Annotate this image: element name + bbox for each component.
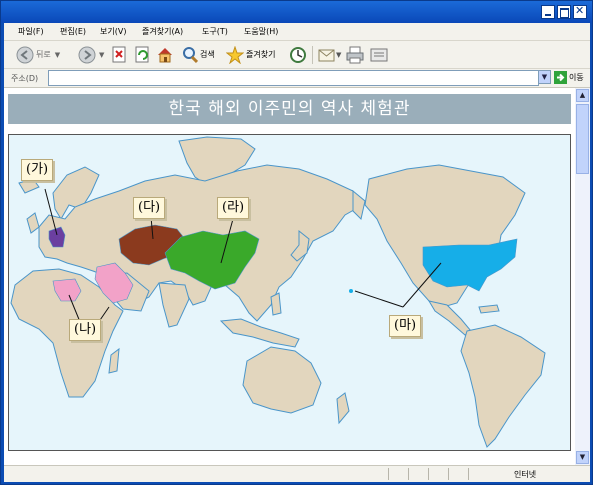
status-divider: [388, 468, 389, 480]
address-dropdown-icon[interactable]: ▼: [538, 70, 551, 84]
menu-view[interactable]: 보기(V): [100, 26, 126, 37]
kamchatka-landmass: [352, 189, 366, 220]
status-divider: [468, 468, 469, 480]
minimize-button[interactable]: [541, 5, 555, 19]
forward-button[interactable]: ▼: [78, 45, 104, 64]
status-divider: [408, 468, 409, 480]
map-label-da: (다): [133, 197, 166, 219]
refresh-icon: [135, 46, 149, 62]
mail-icon: [318, 49, 335, 61]
browser-window: ✕ 파일(F) 편집(E) 보기(V) 즐겨찾기(A) 도구(T) 도움말(H)…: [0, 0, 593, 485]
home-button[interactable]: [156, 45, 174, 64]
history-icon: [290, 46, 306, 63]
menu-file[interactable]: 파일(F): [18, 26, 44, 37]
search-icon: [183, 46, 198, 63]
menu-help[interactable]: 도움말(H): [244, 26, 278, 37]
map-label-na: (나): [69, 319, 102, 341]
print-button[interactable]: [346, 45, 364, 64]
caribbean-landmass: [478, 304, 500, 314]
map-label-ra: (라): [217, 197, 250, 219]
stop-button[interactable]: [111, 45, 127, 64]
close-button[interactable]: ✕: [573, 4, 587, 19]
mail-dropdown-icon[interactable]: ▼: [336, 51, 341, 59]
map-label-ga: (가): [21, 159, 54, 181]
menu-bar: 파일(F) 편집(E) 보기(V) 즐겨찾기(A) 도구(T) 도움말(H): [4, 23, 590, 41]
stop-icon: [112, 46, 126, 62]
favorites-label: 즐겨찾기: [246, 50, 276, 59]
address-bar: 주소(D) ▼ 이동: [4, 69, 590, 88]
central-america-landmass: [427, 300, 472, 336]
address-input[interactable]: [48, 70, 539, 86]
maximize-button[interactable]: [557, 5, 571, 19]
go-button[interactable]: 이동: [554, 71, 584, 84]
menu-edit[interactable]: 편집(E): [60, 26, 86, 37]
forward-arrow-icon: [78, 46, 96, 63]
print-icon: [346, 46, 364, 63]
tool-bar: 뒤로 ▼ ▼ 검색 즐겨찾기 ▼: [4, 41, 590, 69]
favorites-button[interactable]: 즐겨찾기: [226, 45, 275, 64]
edit-page-button[interactable]: [370, 45, 388, 64]
status-zone: 인터넷: [514, 470, 537, 479]
page-title: 한국 해외 이주민의 역사 체험관: [8, 94, 571, 124]
forward-dropdown-icon[interactable]: ▼: [99, 51, 104, 59]
back-label: 뒤로: [36, 50, 51, 59]
scroll-thumb[interactable]: [576, 104, 589, 174]
scroll-up-icon[interactable]: ▲: [576, 89, 589, 102]
go-arrow-icon: [554, 71, 567, 84]
refresh-button[interactable]: [134, 45, 150, 64]
go-label: 이동: [569, 73, 584, 82]
australia-landmass: [242, 346, 322, 414]
edit-icon: [370, 48, 388, 61]
address-label: 주소(D): [11, 74, 39, 83]
home-icon: [158, 47, 172, 62]
page-content: 한국 해외 이주민의 역사 체험관 (가) (나) (다) (라) (마): [4, 88, 575, 465]
philippines-landmass: [270, 292, 282, 316]
back-button[interactable]: 뒤로 ▼: [16, 45, 60, 64]
menu-favorites[interactable]: 즐겨찾기(A): [142, 26, 183, 37]
map-label-ma: (마): [389, 315, 422, 337]
status-divider: [448, 468, 449, 480]
land-masses: [10, 136, 546, 448]
new-zealand-landmass: [336, 392, 350, 425]
indonesia-landmass: [219, 318, 300, 348]
minimize-icon: [545, 14, 551, 16]
search-button[interactable]: 검색: [182, 45, 215, 64]
toolbar-divider: [312, 46, 313, 64]
scroll-down-icon[interactable]: ▼: [576, 451, 589, 464]
status-bar: 인터넷: [4, 465, 590, 482]
maximize-icon: [560, 8, 569, 18]
mail-button[interactable]: ▼: [318, 45, 341, 64]
menu-tools[interactable]: 도구(T): [202, 26, 228, 37]
history-button[interactable]: [289, 45, 307, 64]
back-dropdown-icon[interactable]: ▼: [55, 51, 60, 59]
title-bar: ✕: [1, 1, 592, 23]
region-ga-germany: [48, 226, 66, 248]
status-divider: [428, 468, 429, 480]
south-america-landmass: [460, 324, 546, 448]
iceland-landmass: [18, 178, 40, 194]
close-icon: ✕: [575, 4, 585, 17]
world-map: (가) (나) (다) (라) (마): [8, 134, 571, 451]
search-label: 검색: [200, 50, 215, 59]
vertical-scrollbar[interactable]: ▲ ▼: [575, 88, 590, 465]
back-arrow-icon: [16, 46, 34, 63]
india-landmass: [158, 282, 190, 328]
world-map-graphic: [10, 136, 546, 448]
uk-landmass: [26, 212, 40, 234]
star-icon: [226, 45, 244, 64]
madagascar-landmass: [108, 347, 120, 374]
region-ma-hawaii: [349, 289, 353, 293]
